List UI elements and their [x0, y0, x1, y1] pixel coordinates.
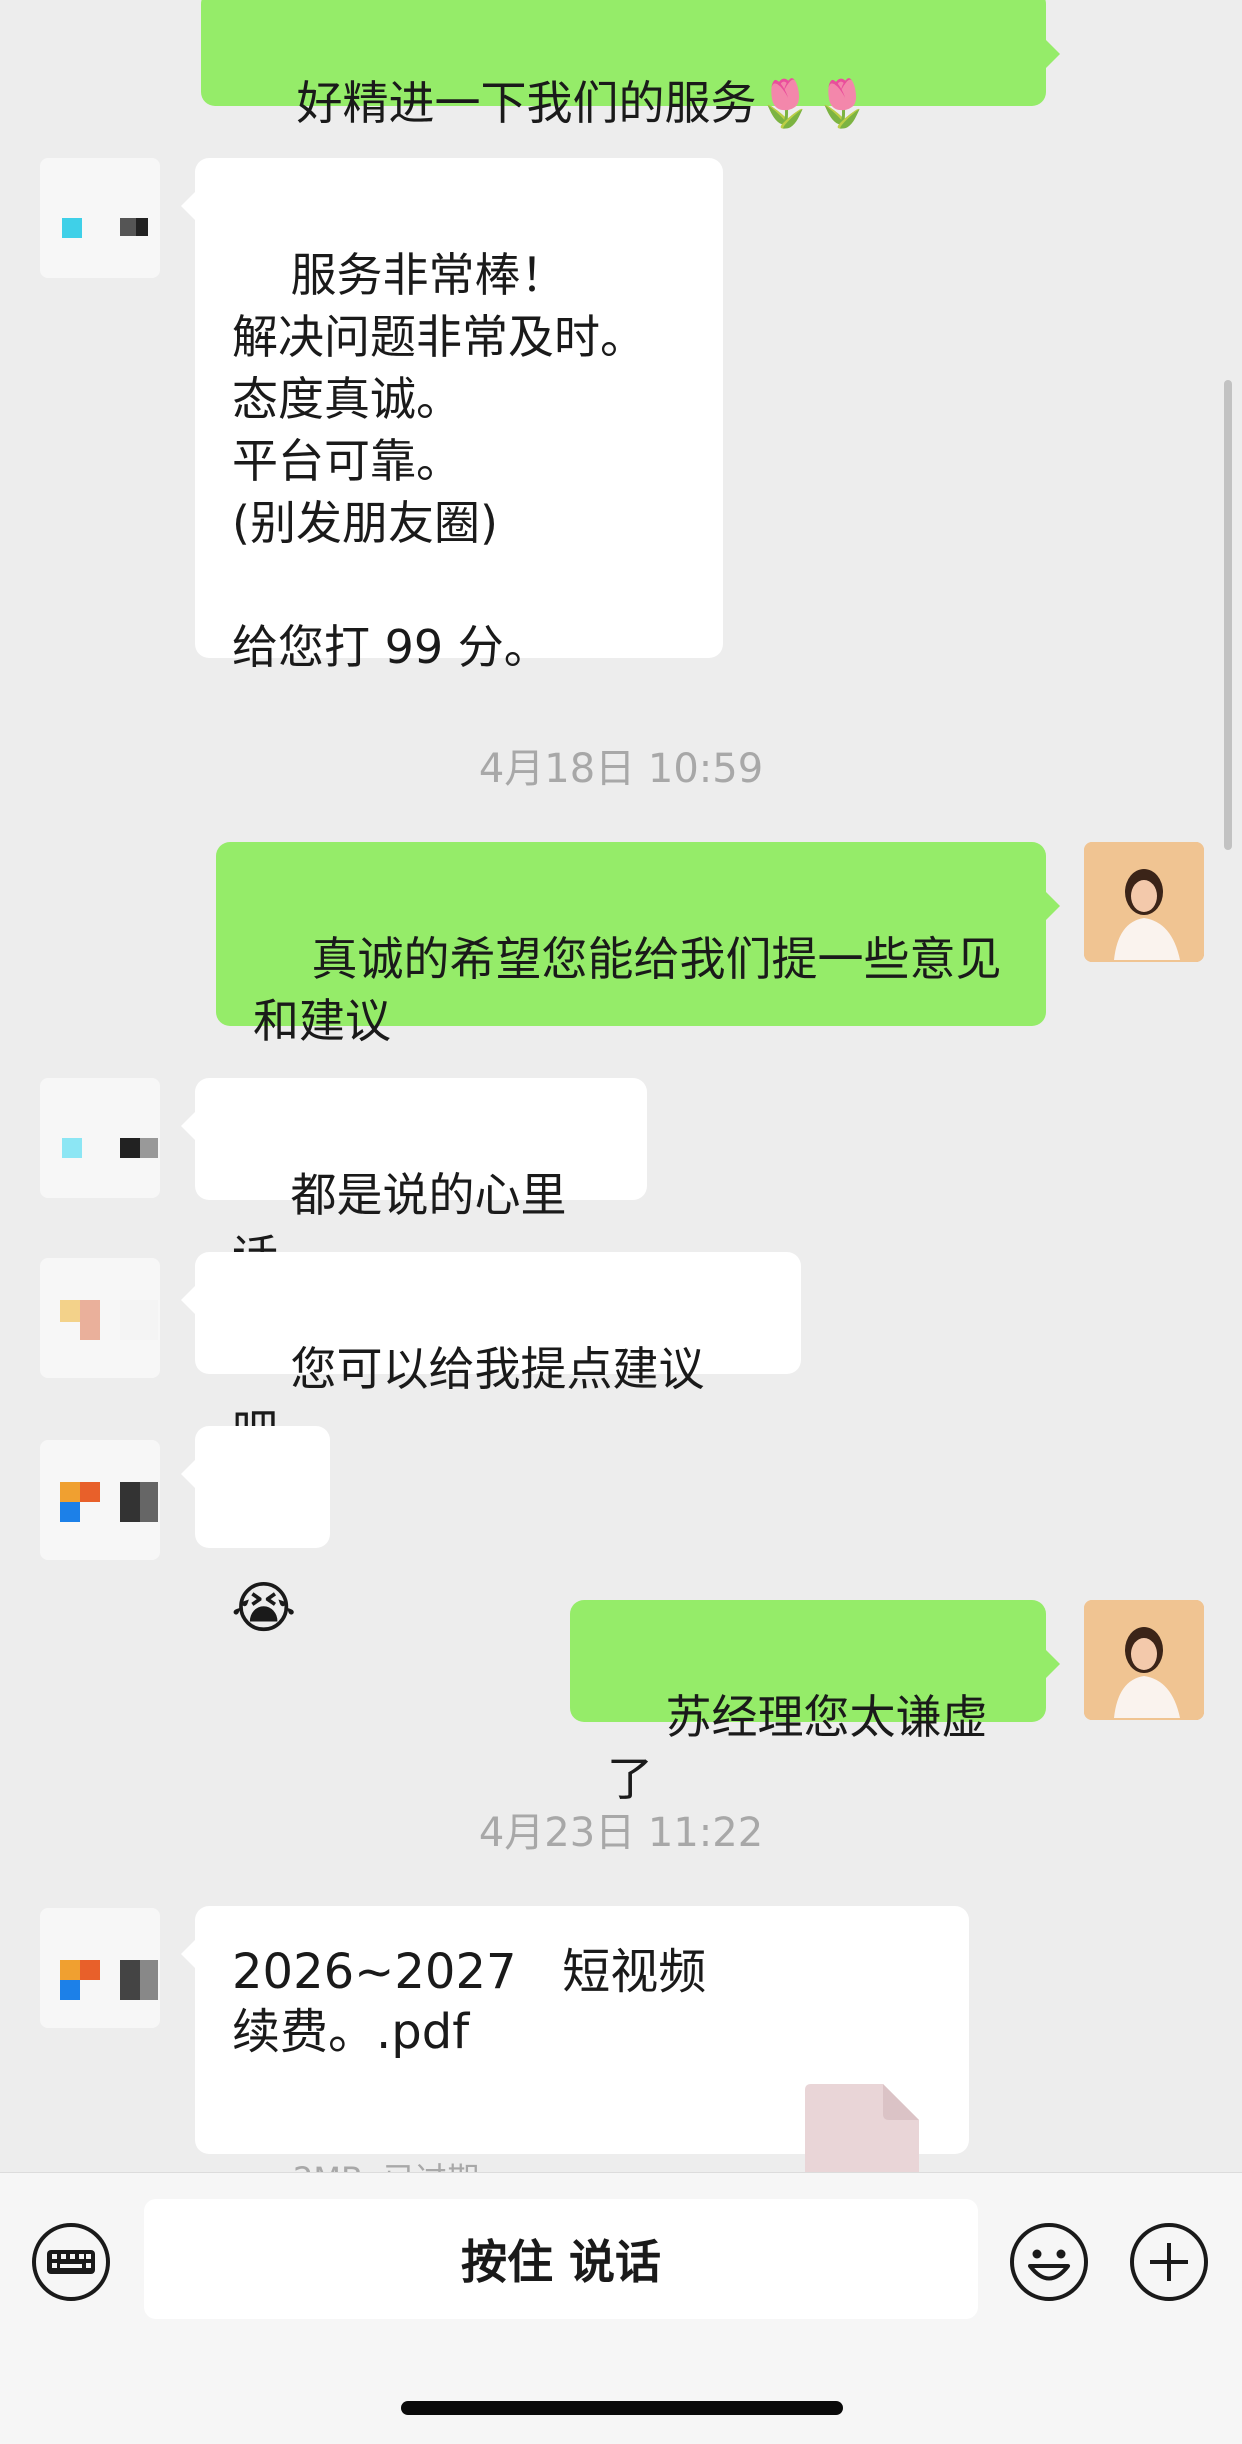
pdf-icon-label: PDF — [826, 2024, 898, 2062]
keyboard-icon[interactable] — [30, 2221, 112, 2303]
home-indicator[interactable] — [401, 2401, 843, 2415]
avatar-portrait-icon — [1084, 1600, 1204, 1720]
avatar[interactable] — [40, 1440, 160, 1560]
message-bubble-outgoing[interactable]: 苏经理您太谦虚了 — [570, 1600, 1060, 1806]
avatar-portrait-icon — [1084, 842, 1204, 962]
hold-to-talk-button[interactable]: 按住 说话 — [144, 2199, 978, 2319]
file-name: 2026~2027 短视频续费。.pdf — [232, 1944, 707, 2060]
file-status: 已过期 — [383, 2160, 479, 2172]
message-bubble-outgoing[interactable]: 真诚的希望您能给我们提一些意见和建议 — [216, 842, 1060, 1048]
avatar[interactable] — [40, 1258, 160, 1378]
emoji-message: 😭 — [231, 1576, 297, 1641]
message-bubble-incoming[interactable]: 您可以给我提点建议吧。 — [181, 1252, 801, 1458]
file-size: 2MB — [293, 2160, 363, 2172]
message-text: 苏经理您太谦虚了 — [607, 1690, 988, 1806]
input-bar: 按住 说话 — [0, 2172, 1242, 2444]
avatar-self[interactable] — [1084, 1600, 1204, 1720]
message-bubble-incoming[interactable]: 服务非常棒！ 解决问题非常及时。 态度真诚。 平台可靠。 (别发朋友圈) 给您打… — [181, 158, 723, 674]
timestamp: 4月23日 11:22 — [478, 1810, 764, 1856]
message-bubble-outgoing[interactable]: 好精进一下我们的服务🌷🌷 — [201, 0, 1060, 130]
avatar[interactable] — [40, 1078, 160, 1198]
scrollbar[interactable] — [1224, 380, 1232, 850]
timestamp: 4月18日 10:59 — [478, 746, 764, 792]
chat-area[interactable]: 好精进一下我们的服务🌷🌷 服务非常棒！ 解决问题非常及时。 态度真诚。 平台可靠… — [0, 0, 1242, 2172]
message-bubble-incoming[interactable]: 都是说的心里话。 — [181, 1078, 647, 1284]
file-message[interactable]: 2026~2027 短视频续费。.pdf 2MB 已过期 PDF — [181, 1906, 969, 2172]
file-meta: 2MB 已过期 — [232, 2086, 479, 2172]
message-text: 服务非常棒！ 解决问题非常及时。 态度真诚。 平台可靠。 (别发朋友圈) 给您打… — [232, 248, 646, 674]
avatar[interactable] — [40, 1908, 160, 2028]
plus-icon[interactable] — [1128, 2221, 1210, 2303]
message-text: 好精进一下我们的服务🌷🌷 — [296, 76, 872, 130]
pdf-icon: PDF — [805, 1960, 919, 2172]
avatar[interactable] — [40, 158, 160, 278]
emoji-icon[interactable] — [1008, 2221, 1090, 2303]
message-text: 真诚的希望您能给我们提一些意见和建议 — [253, 932, 1002, 1048]
message-bubble-incoming[interactable]: 😭 — [181, 1426, 330, 1640]
avatar-self[interactable] — [1084, 842, 1204, 962]
